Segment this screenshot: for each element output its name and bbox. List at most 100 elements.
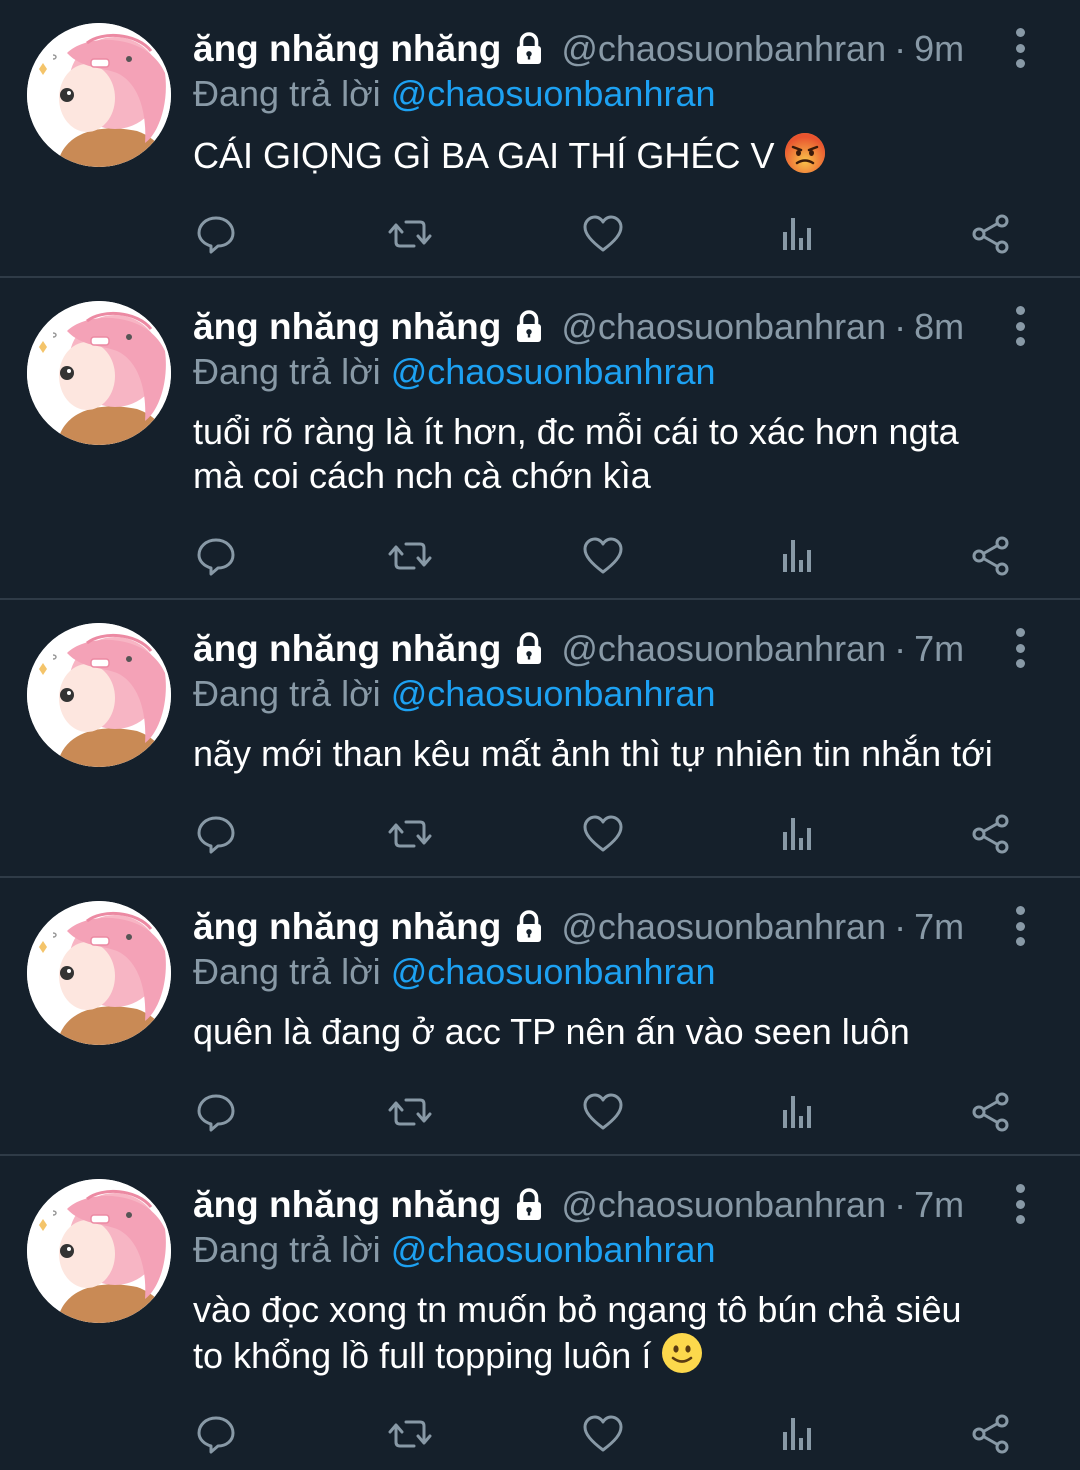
action-bar — [0, 210, 1080, 260]
tweet-content: ăng nhăng nhăng @chaosuonbanhran · 7m Đa… — [193, 626, 1080, 776]
reply-button[interactable] — [192, 210, 240, 258]
tweet[interactable]: ăng nhăng nhăng @chaosuonbanhran · 7m Đa… — [0, 600, 1080, 878]
more-vertical-icon[interactable] — [1005, 28, 1035, 68]
share-button[interactable] — [967, 1088, 1015, 1136]
lock-icon — [517, 310, 542, 342]
analytics-button[interactable] — [773, 210, 821, 258]
reply-button[interactable] — [192, 1088, 240, 1136]
reply-context: Đang trả lời @chaosuonbanhran — [193, 350, 1080, 394]
tweet-text: quên là đang ở acc TP nên ấn vào seen lu… — [193, 1011, 910, 1052]
timestamp[interactable]: 8m — [914, 306, 964, 348]
handle[interactable]: @chaosuonbanhran — [561, 1184, 886, 1226]
tweet-feed: ăng nhăng nhăng @chaosuonbanhran · 9m Đa… — [0, 0, 1080, 1470]
separator-dot: · — [894, 1184, 907, 1225]
reply-mention-link[interactable]: @chaosuonbanhran — [391, 1229, 716, 1270]
display-name[interactable]: ăng nhăng nhăng — [193, 1184, 501, 1226]
heart-icon — [583, 215, 623, 252]
avatar-image — [27, 623, 171, 767]
avatar[interactable] — [27, 301, 171, 445]
avatar[interactable] — [27, 623, 171, 767]
avatar-image — [27, 301, 171, 445]
reply-mention-link[interactable]: @chaosuonbanhran — [391, 351, 716, 392]
handle[interactable]: @chaosuonbanhran — [561, 906, 886, 948]
reply-context: Đang trả lời @chaosuonbanhran — [193, 72, 1080, 116]
reply-icon — [197, 816, 235, 854]
tweet-text: vào đọc xong tn muốn bỏ ngang tô bún chả… — [193, 1288, 1053, 1378]
reply-mention-link[interactable]: @chaosuonbanhran — [391, 73, 716, 114]
reply-button[interactable] — [192, 810, 240, 858]
avatar-image — [27, 1179, 171, 1323]
handle[interactable]: @chaosuonbanhran — [561, 28, 886, 70]
reply-context: Đang trả lời @chaosuonbanhran — [193, 1228, 1080, 1272]
display-name[interactable]: ăng nhăng nhăng — [193, 906, 501, 948]
avatar[interactable] — [27, 1179, 171, 1323]
reply-button[interactable] — [192, 1410, 240, 1458]
tweet[interactable]: ăng nhăng nhăng @chaosuonbanhran · 7m Đa… — [0, 1156, 1080, 1470]
tweet-content: ăng nhăng nhăng @chaosuonbanhran · 7m Đa… — [193, 1182, 1080, 1378]
reply-prefix: Đang trả lời — [193, 351, 381, 392]
action-bar — [0, 1410, 1080, 1460]
separator-dot: · — [894, 628, 907, 669]
analytics-button[interactable] — [773, 1410, 821, 1458]
share-button[interactable] — [967, 210, 1015, 258]
display-name[interactable]: ăng nhăng nhăng — [193, 306, 501, 348]
like-button[interactable] — [579, 810, 627, 858]
analytics-button[interactable] — [773, 1088, 821, 1136]
retweet-icon — [388, 820, 432, 848]
display-name[interactable]: ăng nhăng nhăng — [193, 628, 501, 670]
tweet[interactable]: ăng nhăng nhăng @chaosuonbanhran · 9m Đa… — [0, 0, 1080, 278]
more-vertical-icon[interactable] — [1005, 1184, 1035, 1224]
timestamp[interactable]: 7m — [914, 628, 964, 670]
tweet-content: ăng nhăng nhăng @chaosuonbanhran · 8m Đa… — [193, 304, 1080, 498]
timestamp[interactable]: 7m — [914, 906, 964, 948]
lock-icon — [517, 1188, 542, 1220]
more-vertical-icon[interactable] — [1005, 306, 1035, 346]
more-vertical-icon[interactable] — [1005, 628, 1035, 668]
heart-icon — [583, 1415, 623, 1452]
timestamp[interactable]: 9m — [914, 28, 964, 70]
like-button[interactable] — [579, 1088, 627, 1136]
tweet[interactable]: ăng nhăng nhăng @chaosuonbanhran · 8m Đa… — [0, 278, 1080, 600]
share-icon — [972, 1414, 1009, 1454]
lock-icon — [517, 32, 542, 64]
retweet-button[interactable] — [386, 532, 434, 580]
share-button[interactable] — [967, 532, 1015, 580]
retweet-button[interactable] — [386, 1410, 434, 1458]
tweet[interactable]: ăng nhăng nhăng @chaosuonbanhran · 7m Đa… — [0, 878, 1080, 1156]
reply-mention-link[interactable]: @chaosuonbanhran — [391, 673, 716, 714]
reply-icon — [197, 1094, 235, 1132]
analytics-icon — [783, 818, 811, 850]
handle[interactable]: @chaosuonbanhran — [561, 306, 886, 348]
retweet-icon — [388, 542, 432, 570]
reply-context: Đang trả lời @chaosuonbanhran — [193, 672, 1080, 716]
analytics-icon — [783, 540, 811, 572]
retweet-button[interactable] — [386, 1088, 434, 1136]
action-bar — [0, 532, 1080, 582]
share-icon — [972, 1092, 1009, 1132]
avatar[interactable] — [27, 901, 171, 1045]
more-vertical-icon[interactable] — [1005, 906, 1035, 946]
like-button[interactable] — [579, 532, 627, 580]
retweet-button[interactable] — [386, 210, 434, 258]
share-icon — [972, 536, 1009, 576]
retweet-button[interactable] — [386, 810, 434, 858]
display-name[interactable]: ăng nhăng nhăng — [193, 28, 501, 70]
timestamp[interactable]: 7m — [914, 1184, 964, 1226]
like-button[interactable] — [579, 1410, 627, 1458]
avatar[interactable] — [27, 23, 171, 167]
heart-icon — [583, 537, 623, 574]
reply-prefix: Đang trả lời — [193, 1229, 381, 1270]
analytics-button[interactable] — [773, 532, 821, 580]
analytics-button[interactable] — [773, 810, 821, 858]
handle[interactable]: @chaosuonbanhran — [561, 628, 886, 670]
tweet-header: ăng nhăng nhăng @chaosuonbanhran · 7m — [193, 626, 1080, 672]
reply-prefix: Đang trả lời — [193, 73, 381, 114]
separator-dot: · — [894, 306, 907, 347]
share-button[interactable] — [967, 1410, 1015, 1458]
reply-button[interactable] — [192, 532, 240, 580]
share-button[interactable] — [967, 810, 1015, 858]
like-button[interactable] — [579, 210, 627, 258]
reply-mention-link[interactable]: @chaosuonbanhran — [391, 951, 716, 992]
retweet-icon — [388, 1420, 432, 1448]
reply-context: Đang trả lời @chaosuonbanhran — [193, 950, 1080, 994]
